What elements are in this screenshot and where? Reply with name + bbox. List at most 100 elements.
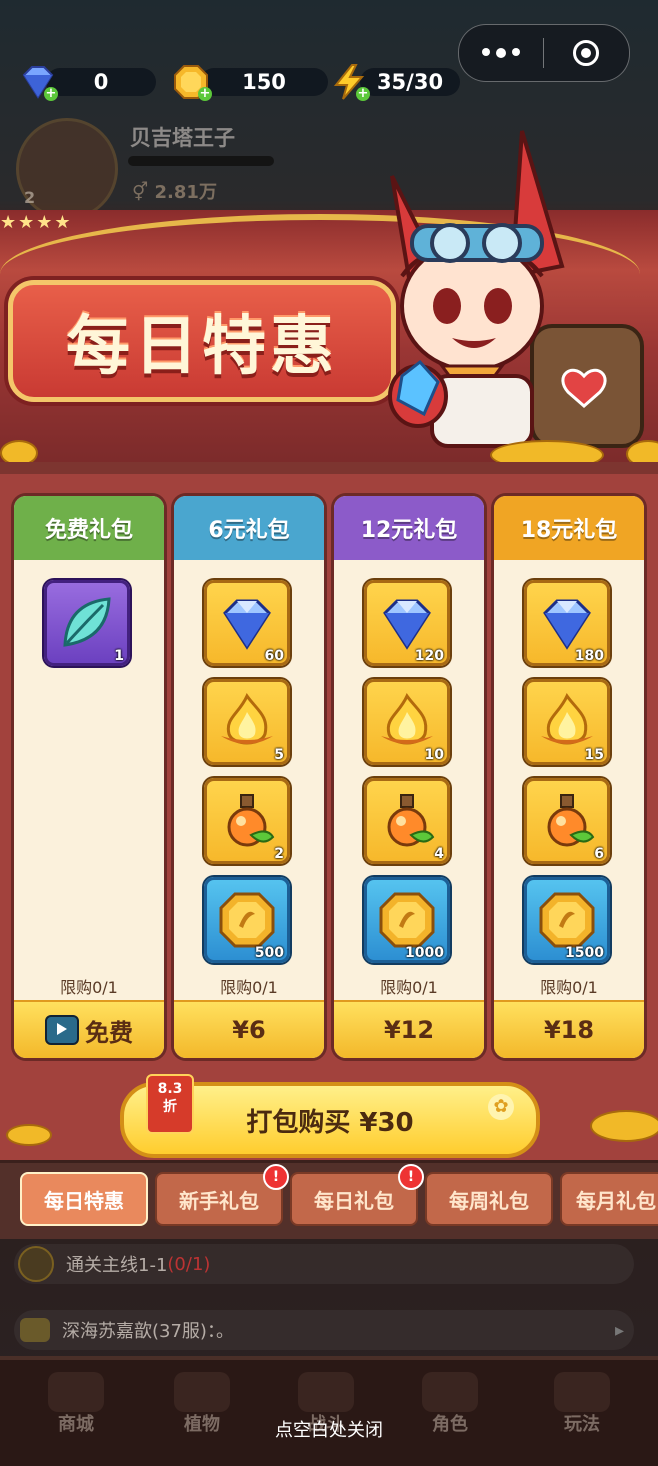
discount-badge: 8.3 折 xyxy=(146,1074,194,1134)
nav-item[interactable]: 商城 xyxy=(26,1410,126,1436)
tab-label: 每月礼包 xyxy=(576,1188,656,1213)
pack-buy-button[interactable]: ¥12 xyxy=(334,1000,484,1058)
pack-price: 免费 xyxy=(85,1018,133,1047)
pack-title: 18元礼包 xyxy=(494,496,644,560)
nav-icon xyxy=(48,1372,104,1412)
reward-count: 60 xyxy=(264,648,284,664)
reward-count: 10 xyxy=(424,747,444,763)
reward-item[interactable]: 1500 xyxy=(524,877,610,963)
chat-text: 深海苏嘉歆(37服)：。 xyxy=(62,1321,234,1342)
reward-count: 5 xyxy=(274,747,284,763)
coin-pile-icon xyxy=(6,1124,52,1146)
reward-count: 15 xyxy=(584,747,604,763)
energy-amount: 35/30 xyxy=(360,68,460,96)
exp-bar xyxy=(128,156,274,166)
diamond-counter[interactable]: + 0 xyxy=(18,63,156,101)
title-plate: 每日特惠 xyxy=(8,280,396,402)
reward-count: 500 xyxy=(254,945,284,961)
gold-counter[interactable]: + 150 xyxy=(172,63,328,101)
quest-tracker[interactable]: 通关主线1-1 (0/1) xyxy=(14,1244,634,1284)
reward-item[interactable]: 4 xyxy=(364,778,450,864)
reward-count: 4 xyxy=(434,846,444,862)
flower-icon: ✿ xyxy=(488,1094,514,1120)
reward-item[interactable]: 2 xyxy=(204,778,290,864)
tab-0[interactable]: 每日特惠 xyxy=(20,1172,148,1226)
reward-item[interactable]: 180 xyxy=(524,580,610,666)
energy-counter[interactable]: + 35/30 xyxy=(330,63,460,101)
pack-buy-button[interactable]: 免费 xyxy=(14,1000,164,1058)
chat-icon xyxy=(20,1318,50,1342)
nav-item[interactable]: 角色 xyxy=(400,1410,500,1436)
tab-label: 新手礼包 xyxy=(179,1188,259,1213)
nav-icon xyxy=(174,1372,230,1412)
reward-count: 1000 xyxy=(405,945,444,961)
pack-title: 6元礼包 xyxy=(174,496,324,560)
reward-count: 180 xyxy=(574,648,604,664)
quest-text: 通关主线1-1 xyxy=(66,1255,168,1276)
pack-price: ¥6 xyxy=(232,1016,266,1044)
dot-icon xyxy=(496,48,506,58)
reward-item[interactable]: 120 xyxy=(364,580,450,666)
pack-buy-button[interactable]: ¥6 xyxy=(174,1000,324,1058)
pack-title: 免费礼包 xyxy=(14,496,164,560)
chat-ticker[interactable]: 深海苏嘉歆(37服)：。 ▸ xyxy=(14,1310,634,1350)
pack-buy-button[interactable]: ¥18 xyxy=(494,1000,644,1058)
purchase-limit: 限购0/1 xyxy=(220,978,278,997)
nav-item[interactable]: 玩法 xyxy=(532,1410,632,1436)
close-capsule-button[interactable] xyxy=(544,40,628,66)
pack-card: 18元礼包 180 15 6 1500 限购0/1 ¥18 xyxy=(494,496,644,1058)
tab-label: 每日特惠 xyxy=(44,1188,124,1213)
power-icon: ⚥ xyxy=(132,182,155,203)
reward-item[interactable]: 6 xyxy=(524,778,610,864)
pack-price: ¥12 xyxy=(383,1016,435,1044)
reward-item[interactable]: 5 xyxy=(204,679,290,765)
diamond-icon: + xyxy=(18,63,58,101)
pack-title: 12元礼包 xyxy=(334,496,484,560)
reward-item[interactable]: 15 xyxy=(524,679,610,765)
tab-label: 每周礼包 xyxy=(449,1188,529,1213)
player-name: 贝吉塔王子 xyxy=(130,126,235,150)
more-menu-button[interactable] xyxy=(459,48,543,58)
gold-coin-icon: + xyxy=(172,63,212,101)
dot-icon xyxy=(482,48,490,56)
nav-item[interactable]: 植物 xyxy=(152,1410,252,1436)
nav-icon xyxy=(554,1372,610,1412)
purchase-limit: 限购0/1 xyxy=(60,978,118,997)
player-power: ⚥ 2.81万 xyxy=(132,178,217,204)
video-ad-icon xyxy=(45,1015,79,1045)
fox-mascot xyxy=(388,130,644,448)
reward-count: 120 xyxy=(414,648,444,664)
tab-3[interactable]: 每周礼包 xyxy=(425,1172,553,1226)
quest-progress: (0/1) xyxy=(167,1253,211,1275)
reward-item[interactable]: 500 xyxy=(204,877,290,963)
reward-item[interactable]: 10 xyxy=(364,679,450,765)
discount-unit: 折 xyxy=(163,1099,177,1115)
pack-price: ¥18 xyxy=(543,1016,595,1044)
quest-icon xyxy=(18,1246,54,1282)
chevron-right-icon: ▸ xyxy=(614,1319,624,1341)
power-value: 2.81万 xyxy=(154,182,217,203)
pack-card: 免费礼包 1 限购0/1 免费 xyxy=(14,496,164,1058)
banner-title: 每日特惠 xyxy=(66,309,338,384)
tab-4[interactable]: 每月礼包 xyxy=(560,1172,658,1226)
purchase-limit: 限购0/1 xyxy=(540,978,598,997)
reward-item[interactable]: 60 xyxy=(204,580,290,666)
reward-count: 2 xyxy=(274,846,284,862)
reward-count: 1 xyxy=(114,648,124,664)
reward-item[interactable]: 1 xyxy=(44,580,130,666)
pack-card: 6元礼包 60 5 2 500 限购0/1 ¥6 xyxy=(174,496,324,1058)
lightning-icon: + xyxy=(330,63,370,101)
reward-count: 1500 xyxy=(565,945,604,961)
close-hint[interactable]: 点空白处关闭 xyxy=(254,1416,404,1442)
player-level: 2 xyxy=(24,188,36,207)
nav-icon xyxy=(422,1372,478,1412)
coin-pile-icon xyxy=(590,1110,658,1142)
alert-badge: ! xyxy=(398,1164,424,1190)
tab-label: 每日礼包 xyxy=(314,1188,394,1213)
discount-value: 8.3 xyxy=(157,1081,183,1097)
gold-amount: 150 xyxy=(200,68,328,96)
pack-card: 12元礼包 120 10 4 1000 限购0/1 ¥12 xyxy=(334,496,484,1058)
reward-count: 6 xyxy=(594,846,604,862)
purchase-limit: 限购0/1 xyxy=(380,978,438,997)
reward-item[interactable]: 1000 xyxy=(364,877,450,963)
